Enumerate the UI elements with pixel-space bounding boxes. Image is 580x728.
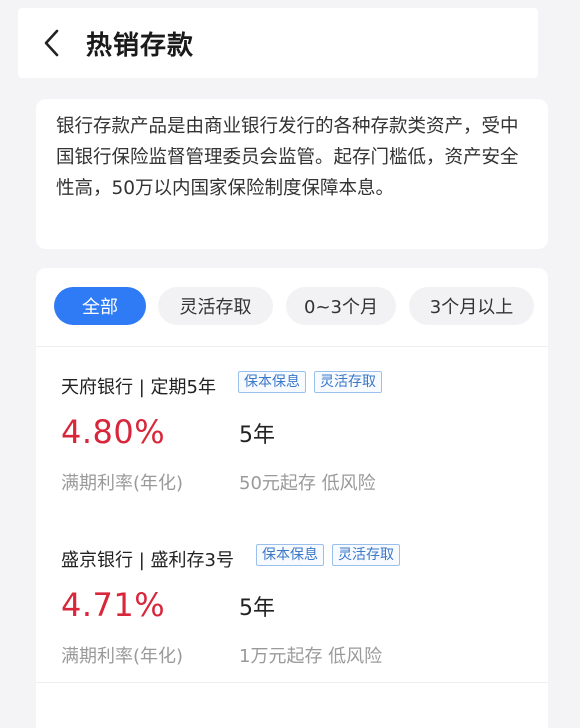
page-title: 热销存款 [86,30,195,61]
tab-label: 全部 [82,297,118,318]
interest-rate: 4.80% [61,413,166,451]
back-button[interactable] [22,8,82,78]
product-name: 盛京银行 | 盛利存3号 [61,550,234,571]
intro-card: 银行存款产品是由商业银行发行的各种存款类资产，受中国银行保险监督管理委员会监管。… [36,99,548,249]
tab-3-months-plus[interactable]: 3个月以上 [409,287,534,325]
intro-text: 银行存款产品是由商业银行发行的各种存款类资产，受中国银行保险监督管理委员会监管。… [56,116,519,199]
tab-label: 0~3个月 [304,297,378,318]
tab-flexible[interactable]: 灵活存取 [158,287,273,325]
top-bar: 热销存款 [18,8,538,78]
divider [36,682,548,683]
tag-flexible-access: 灵活存取 [314,371,382,393]
rate-label: 满期利率(年化) [61,473,184,494]
tab-label: 3个月以上 [429,297,514,318]
chevron-left-icon [44,29,59,57]
divider [36,346,548,347]
rate-label: 满期利率(年化) [61,646,184,667]
product-panel: 全部 灵活存取 0~3个月 3个月以上 天府银行 | 定期5年 保本保息 灵活存… [36,268,548,728]
tab-all[interactable]: 全部 [54,287,146,325]
term: 5年 [239,423,275,448]
minimum-deposit: 1万元起存 低风险 [239,646,383,667]
term: 5年 [239,596,275,621]
tag-principal-guaranteed: 保本保息 [238,371,306,393]
product-card[interactable]: 盛京银行 | 盛利存3号 保本保息 灵活存取 4.71% 5年 满期利率(年化)… [61,544,531,696]
tag-flexible-access: 灵活存取 [332,544,400,566]
product-name: 天府银行 | 定期5年 [61,377,216,398]
tab-0-3-months[interactable]: 0~3个月 [286,287,396,325]
tab-label: 灵活存取 [179,297,252,318]
product-card[interactable]: 天府银行 | 定期5年 保本保息 灵活存取 4.80% 5年 满期利率(年化) … [61,371,531,523]
interest-rate: 4.71% [61,586,166,624]
minimum-deposit: 50元起存 低风险 [239,473,376,494]
tag-principal-guaranteed: 保本保息 [256,544,324,566]
